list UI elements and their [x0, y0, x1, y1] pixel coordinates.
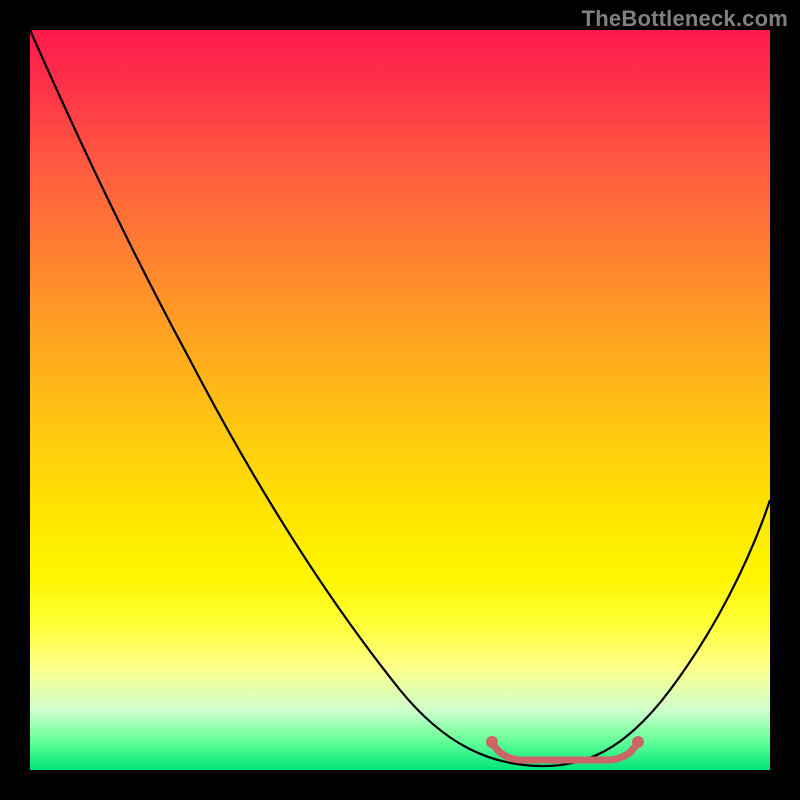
optimal-range-start-dot: [486, 736, 498, 748]
bottleneck-curve: [30, 30, 770, 766]
chart-overlay: [30, 30, 770, 770]
watermark-text: TheBottleneck.com: [582, 6, 788, 32]
optimal-range-end-dot: [632, 736, 644, 748]
